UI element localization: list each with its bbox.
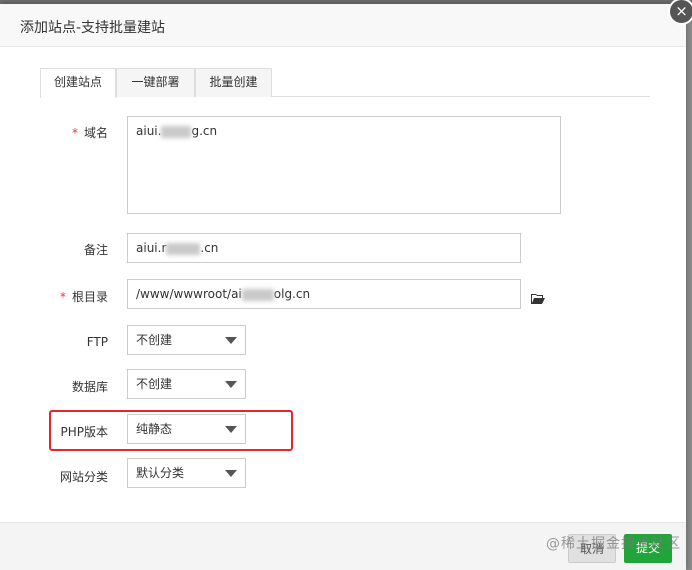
close-button[interactable]: ×	[668, 0, 692, 25]
database-label: 数据库	[71, 380, 108, 394]
database-selected-value: 不创建	[136, 377, 173, 391]
domain-label: * 域名	[71, 126, 108, 140]
dialog-title: 添加站点-支持批量建站	[20, 20, 166, 36]
remark-input[interactable]: aiui.r .cn	[127, 233, 521, 263]
folder-open-icon[interactable]	[531, 294, 545, 305]
domain-value-prefix: aiui.	[136, 124, 162, 138]
required-mark: *	[71, 126, 78, 140]
domain-textarea[interactable]: aiui. g.cn	[127, 116, 561, 214]
category-select[interactable]: 默认分类	[127, 458, 246, 488]
tab-one-click-deploy[interactable]: 一键部署	[116, 68, 195, 97]
remark-value-suffix: .cn	[200, 241, 219, 255]
tab-create-site[interactable]: 创建站点	[40, 68, 116, 98]
close-icon: ×	[675, 2, 688, 20]
redacted-text	[166, 242, 201, 255]
redacted-text	[241, 288, 274, 301]
root-dir-value-suffix: olg.cn	[273, 287, 311, 301]
remark-label: 备注	[83, 243, 108, 257]
redacted-text	[161, 125, 192, 138]
chevron-down-icon	[225, 381, 237, 388]
ftp-select[interactable]: 不创建	[127, 325, 246, 355]
chevron-down-icon	[225, 470, 237, 477]
required-mark: *	[59, 290, 66, 304]
category-selected-value: 默认分类	[136, 466, 185, 480]
category-label: 网站分类	[59, 470, 108, 484]
root-dir-input[interactable]: /www/wwwroot/ai olg.cn	[127, 279, 521, 309]
root-dir-value-prefix: /www/wwwroot/ai	[136, 287, 242, 301]
ftp-selected-value: 不创建	[136, 333, 173, 347]
dialog-titlebar: 添加站点-支持批量建站	[0, 4, 686, 47]
add-site-dialog: 添加站点-支持批量建站 × 创建站点 一键部署 批量创建 * 域名 aiui. g.…	[0, 0, 692, 570]
remark-value-prefix: aiui.r	[136, 241, 167, 255]
annotation-highlight-box	[49, 410, 293, 451]
database-select[interactable]: 不创建	[127, 369, 246, 399]
dialog-body: 创建站点 一键部署 批量创建 * 域名 aiui. g.cn 备注 aiui.r .c…	[0, 48, 686, 522]
root-dir-label: * 根目录	[59, 290, 108, 304]
tab-batch-create[interactable]: 批量创建	[195, 68, 272, 97]
domain-value-suffix: g.cn	[191, 124, 218, 138]
tab-bar: 创建站点 一键部署 批量创建	[40, 68, 650, 98]
ftp-label: FTP	[86, 335, 108, 349]
chevron-down-icon	[225, 337, 237, 344]
watermark: @稀土掘金技术社区	[546, 536, 681, 552]
